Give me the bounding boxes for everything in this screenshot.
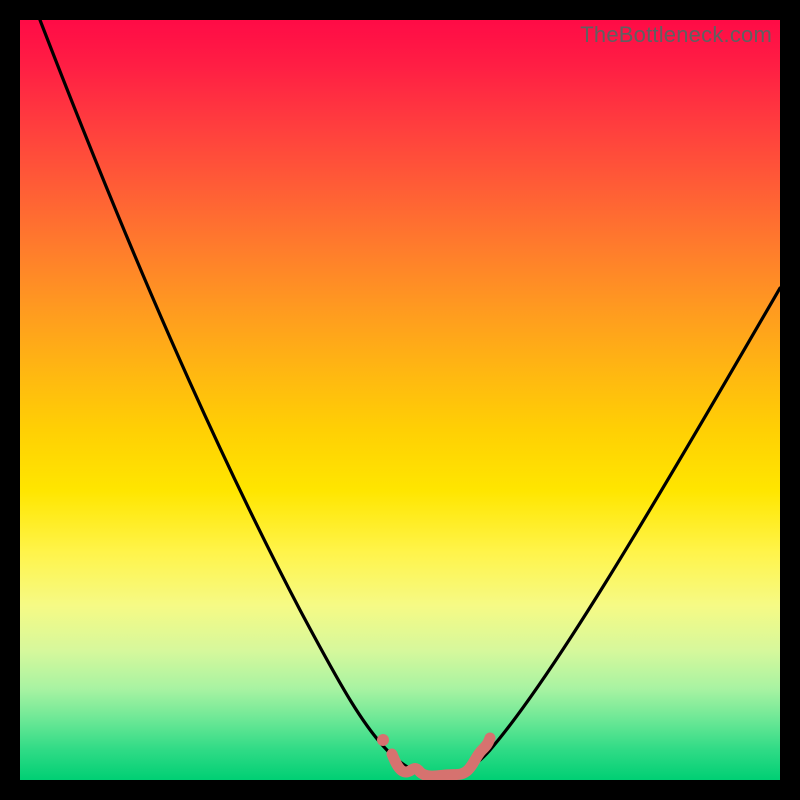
optimal-region-squiggle [392, 738, 490, 776]
bottleneck-curve [40, 20, 780, 775]
attribution-label: TheBottleneck.com [580, 22, 772, 48]
chart-frame: TheBottleneck.com [20, 20, 780, 780]
chart-overlay [20, 20, 780, 780]
squiggle-dot-icon [377, 734, 389, 746]
